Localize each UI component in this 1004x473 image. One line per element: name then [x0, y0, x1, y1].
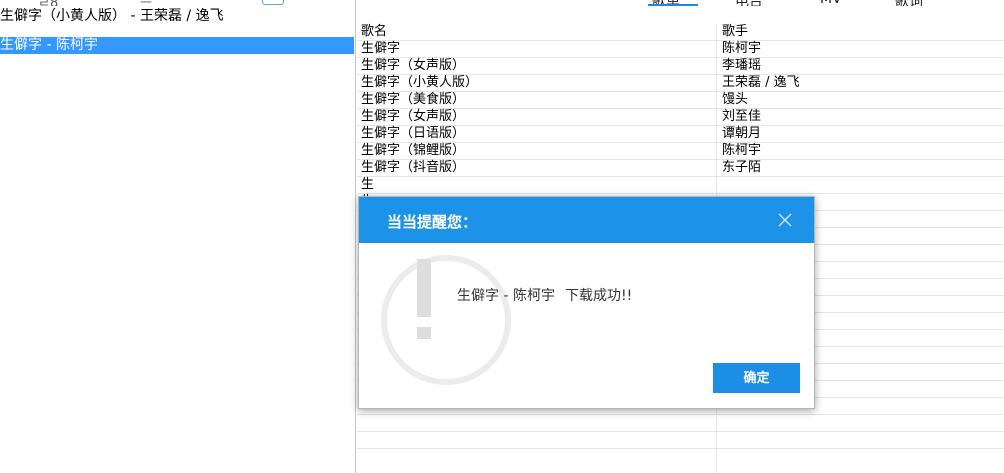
message-song: 生僻字 - 陈柯宇: [457, 288, 555, 304]
artist-cell: 谭朝月: [722, 126, 762, 141]
app-window: ㄹ8 ㅡ 歌单 电台 MV 歌词 生僻字（小黄人版） - 王荣磊 / 逸飞 生僻…: [0, 0, 1004, 473]
playlist-item-selected[interactable]: 生僻字 - 陈柯宇: [0, 37, 354, 54]
warning-ring: [381, 255, 511, 385]
toolbar-fragment-left[interactable]: ㄹ8: [38, 0, 58, 6]
artist-cell: 王荣磊 / 逸飞: [722, 75, 800, 90]
header-song-name[interactable]: 歌名: [361, 24, 387, 40]
toolbar-button-fragment[interactable]: [262, 0, 284, 5]
table-row[interactable]: 生: [357, 177, 1004, 194]
playlist-item[interactable]: 生僻字（小黄人版） - 王荣磊 / 逸飞: [0, 8, 354, 25]
song-name-cell: 生僻字（日语版）: [361, 126, 466, 141]
song-name-cell: 生僻字（女声版）: [361, 109, 466, 124]
artist-cell: 馒头: [722, 92, 749, 107]
artist-cell: 刘至佳: [722, 109, 762, 124]
song-name-cell: 生: [361, 177, 375, 192]
artist-cell: 李璠瑶: [722, 58, 762, 73]
toolbar-fragment-mid[interactable]: ㅡ: [140, 0, 152, 6]
song-name-cell: 生僻字（女声版）: [361, 58, 466, 73]
active-tab-indicator: [648, 4, 698, 6]
close-icon[interactable]: [774, 209, 796, 231]
message-status: 下载成功!!: [564, 288, 633, 304]
table-row[interactable]: 生僻字（日语版） 谭朝月: [357, 126, 1004, 143]
download-dialog: 当当提醒您： 生僻字 - 陈柯宇 下载成功!! 确定: [358, 196, 815, 409]
song-name-cell: 生僻字（美食版）: [361, 92, 466, 107]
table-row[interactable]: 生僻字（锦鲤版） 陈柯宇: [357, 143, 1004, 160]
table-row[interactable]: 生僻字（小黄人版） 王荣磊 / 逸飞: [357, 75, 1004, 92]
table-header: 歌名 歌手: [357, 24, 1004, 41]
header-artist[interactable]: 歌手: [722, 24, 748, 40]
playlist-panel: 生僻字（小黄人版） - 王荣磊 / 逸飞 生僻字 - 陈柯宇: [0, 8, 354, 473]
tab-lyrics[interactable]: 歌词: [895, 0, 923, 6]
song-name-cell: 生僻字（抖音版）: [361, 160, 466, 175]
table-row[interactable]: 生僻字（女声版） 刘至佳: [357, 109, 1004, 126]
song-name-cell: 生僻字: [361, 41, 401, 56]
table-row[interactable]: 生僻字（美食版） 馒头: [357, 92, 1004, 109]
dialog-titlebar[interactable]: 当当提醒您：: [359, 197, 814, 243]
exclamation-icon: [417, 259, 431, 317]
table-row[interactable]: 生僻字（女声版） 李璠瑶: [357, 58, 1004, 75]
exclamation-dot: [417, 327, 431, 339]
table-row[interactable]: 生僻字（抖音版） 东子陌: [357, 160, 1004, 177]
table-row[interactable]: 生僻字 陈柯宇: [357, 41, 1004, 58]
tab-radio[interactable]: 电台: [735, 0, 763, 6]
artist-cell: 东子陌: [722, 160, 762, 175]
dialog-body: 生僻字 - 陈柯宇 下载成功!! 确定: [359, 243, 814, 408]
panel-divider[interactable]: [355, 0, 356, 473]
empty-row: [357, 415, 1004, 432]
tab-mv[interactable]: MV: [820, 0, 842, 6]
song-name-cell: 生僻字（小黄人版）: [361, 75, 479, 90]
artist-cell: 陈柯宇: [722, 143, 762, 158]
dialog-title: 当当提醒您：: [387, 213, 478, 231]
artist-cell: 陈柯宇: [722, 41, 762, 56]
dialog-message: 生僻字 - 陈柯宇 下载成功!!: [457, 285, 632, 305]
song-name-cell: 生僻字（锦鲤版）: [361, 143, 466, 158]
ok-button[interactable]: 确定: [713, 363, 800, 393]
top-toolbar: ㄹ8 ㅡ 歌单 电台 MV 歌词: [0, 0, 1004, 6]
empty-row: [357, 432, 1004, 449]
